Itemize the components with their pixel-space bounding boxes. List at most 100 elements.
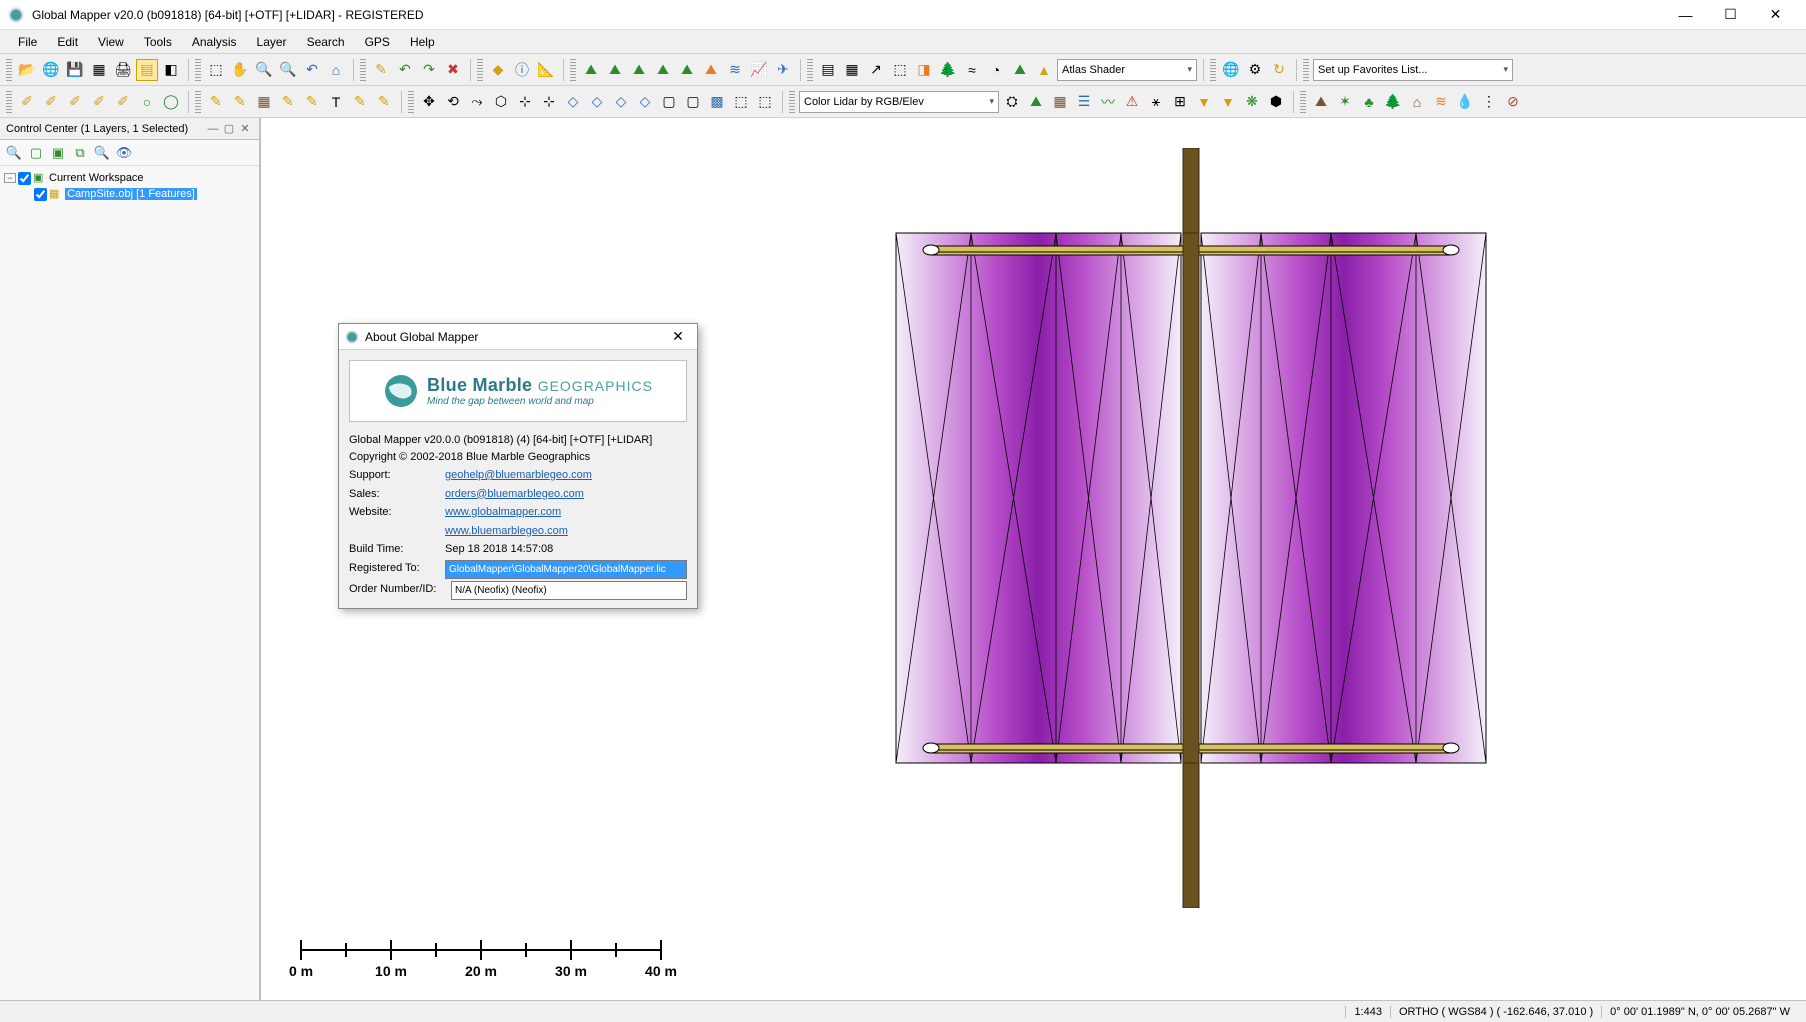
filter2-icon[interactable]: ▼ <box>1217 91 1239 113</box>
cc-add-icon[interactable]: ▢ <box>26 143 46 163</box>
terrain2-icon[interactable]: ⛰ <box>604 59 626 81</box>
menu-search[interactable]: Search <box>297 31 355 53</box>
globe-icon[interactable]: 🌐 <box>40 59 62 81</box>
close-button[interactable]: ✕ <box>1753 0 1798 30</box>
menu-help[interactable]: Help <box>400 31 445 53</box>
class4-icon[interactable]: 🌲 <box>1382 91 1404 113</box>
tree-checkbox[interactable] <box>18 172 31 185</box>
pencil-icon[interactable]: ✎ <box>370 59 392 81</box>
mesh-icon[interactable]: ▩ <box>706 91 728 113</box>
terrain6-icon[interactable]: ⛰ <box>700 59 722 81</box>
save-icon[interactable]: 💾 <box>64 59 86 81</box>
class7-icon[interactable]: 💧 <box>1454 91 1476 113</box>
edit6-icon[interactable]: ✎ <box>373 91 395 113</box>
menu-tools[interactable]: Tools <box>134 31 182 53</box>
class1-icon[interactable]: ⛰ <box>1310 91 1332 113</box>
about-sales-link[interactable]: orders@bluemarblegeo.com <box>445 486 584 503</box>
select3-icon[interactable]: ◇ <box>610 91 632 113</box>
lidar3-icon[interactable]: ▦ <box>1049 91 1071 113</box>
info-icon[interactable]: ⓘ <box>511 59 533 81</box>
menu-analysis[interactable]: Analysis <box>182 31 247 53</box>
panel-pin-icon[interactable]: ▢ <box>221 121 237 137</box>
minimize-button[interactable]: — <box>1663 0 1708 30</box>
edit4-icon[interactable]: ✎ <box>301 91 323 113</box>
menu-view[interactable]: View <box>88 31 134 53</box>
text-icon[interactable]: T <box>325 91 347 113</box>
toolbar-grip[interactable] <box>1210 59 1216 81</box>
projection-icon[interactable]: ◧ <box>160 59 182 81</box>
draw-line-icon[interactable]: ✐ <box>40 91 62 113</box>
about-order-value[interactable]: N/A (Neofix) (Neofix) <box>451 581 687 600</box>
cc-group-icon[interactable]: ▣ <box>48 143 68 163</box>
terrain1-icon[interactable]: ⛰ <box>580 59 602 81</box>
edit5-icon[interactable]: ✎ <box>349 91 371 113</box>
terrain5-icon[interactable]: ⛰ <box>676 59 698 81</box>
tree-expander-icon[interactable]: − <box>4 173 16 183</box>
grid1-icon[interactable]: ▤ <box>817 59 839 81</box>
undo-icon[interactable]: ↶ <box>394 59 416 81</box>
cc-zoom-icon[interactable]: 🔍 <box>4 143 24 163</box>
about-titlebar[interactable]: About Global Mapper ✕ <box>339 324 697 350</box>
tree-checkbox[interactable] <box>34 188 47 201</box>
open-icon[interactable]: 📂 <box>16 59 38 81</box>
box2-icon[interactable]: ▢ <box>682 91 704 113</box>
toolbar-grip[interactable] <box>1300 91 1306 113</box>
tree-root[interactable]: − ▣ Current Workspace <box>4 170 255 186</box>
lidar10-icon[interactable]: ⬢ <box>1265 91 1287 113</box>
about-website-link2[interactable]: www.bluemarblegeo.com <box>445 523 568 540</box>
lidar5-icon[interactable]: 〰 <box>1097 91 1119 113</box>
edit3-icon[interactable]: ✎ <box>277 91 299 113</box>
layout-icon[interactable]: ▦ <box>88 59 110 81</box>
class9-icon[interactable]: ⊘ <box>1502 91 1524 113</box>
toolbar-grip[interactable] <box>1303 59 1309 81</box>
toolbar-grip[interactable] <box>789 91 795 113</box>
path-icon[interactable]: ⤳ <box>466 91 488 113</box>
layers-icon[interactable]: ◨ <box>913 59 935 81</box>
waves-icon[interactable]: ≈ <box>961 59 983 81</box>
lidar9-icon[interactable]: ❋ <box>1241 91 1263 113</box>
box1-icon[interactable]: ▢ <box>658 91 680 113</box>
back-icon[interactable]: ↶ <box>301 59 323 81</box>
toolbar-grip[interactable] <box>195 59 201 81</box>
lidar6-icon[interactable]: ⚠ <box>1121 91 1143 113</box>
menu-edit[interactable]: Edit <box>47 31 88 53</box>
lidar1-icon[interactable]: ⛭ <box>1001 91 1023 113</box>
shader-icon[interactable]: ▲ <box>1033 59 1055 81</box>
contour-icon[interactable]: ⛰ <box>1009 59 1031 81</box>
refresh-icon[interactable]: ↻ <box>1268 59 1290 81</box>
toolbar-grip[interactable] <box>807 59 813 81</box>
toolbar-grip[interactable] <box>408 91 414 113</box>
cc-copy-icon[interactable]: ⧉ <box>70 143 90 163</box>
profile-icon[interactable]: 📈 <box>748 59 770 81</box>
about-close-button[interactable]: ✕ <box>665 325 691 349</box>
draw-trace-icon[interactable]: ✐ <box>88 91 110 113</box>
water-icon[interactable]: ≋ <box>724 59 746 81</box>
grid-edit-icon[interactable]: ▦ <box>253 91 275 113</box>
cc-visibility-icon[interactable]: 👁 <box>114 143 134 163</box>
toolbar-grip[interactable] <box>360 59 366 81</box>
menu-file[interactable]: File <box>8 31 47 53</box>
class2-icon[interactable]: ✶ <box>1334 91 1356 113</box>
lidar7-icon[interactable]: ⚹ <box>1145 91 1167 113</box>
tree-layer-item[interactable]: − ▦ CampSite.obj [1 Features] <box>4 186 255 202</box>
toolbar-grip[interactable] <box>6 59 12 81</box>
draw-free-icon[interactable]: ✐ <box>112 91 134 113</box>
panel-close-icon[interactable]: ✕ <box>237 121 253 137</box>
lidar2-icon[interactable]: ⛰ <box>1025 91 1047 113</box>
maximize-button[interactable]: ☐ <box>1708 0 1753 30</box>
toolbar-grip[interactable] <box>477 59 483 81</box>
grid2-icon[interactable]: ▦ <box>841 59 863 81</box>
cc-find-icon[interactable]: 🔍 <box>92 143 112 163</box>
zoom-in-icon[interactable]: 🔍 <box>253 59 275 81</box>
lidar-combo[interactable]: Color Lidar by RGB/Elev <box>799 91 999 113</box>
toolbar-grip[interactable] <box>6 91 12 113</box>
snap1-icon[interactable]: ⊹ <box>514 91 536 113</box>
rotate-icon[interactable]: ⟲ <box>442 91 464 113</box>
ruler-icon[interactable]: 📐 <box>535 59 557 81</box>
draw-point-icon[interactable]: ✐ <box>16 91 38 113</box>
draw-circle-icon[interactable]: ○ <box>136 91 158 113</box>
about-reg-value[interactable]: GlobalMapper\GlobalMapper20\GlobalMapper… <box>445 560 687 579</box>
toolbar-grip[interactable] <box>195 91 201 113</box>
panel-minimize-icon[interactable]: — <box>205 121 221 137</box>
export-icon[interactable]: ↗ <box>865 59 887 81</box>
